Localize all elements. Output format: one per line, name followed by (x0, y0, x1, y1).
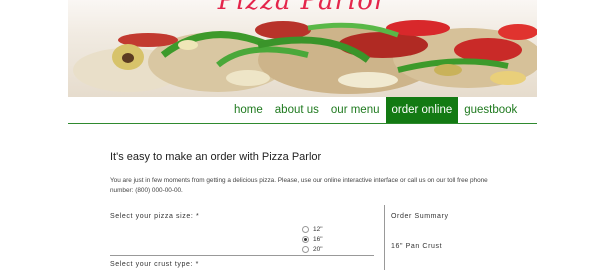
hero-banner: Pizza Parlor (68, 0, 537, 97)
main-navigation: home about us our menu order online gues… (68, 97, 537, 124)
nav-item-about-us[interactable]: about us (269, 97, 325, 123)
summary-divider (384, 205, 385, 270)
size-option-16[interactable]: 16" (302, 234, 323, 244)
size-16-radio[interactable] (302, 235, 309, 243)
intro-text: You are just in few moments from getting… (110, 177, 488, 194)
order-summary-title: Order Summary (391, 213, 449, 220)
page-title: It's easy to make an order with Pizza Pa… (110, 151, 322, 163)
nav-item-home[interactable]: home (228, 97, 269, 123)
crust-type-label: Select your crust type: * (110, 261, 199, 268)
nav-item-guestbook[interactable]: guestbook (458, 97, 523, 123)
size-option-20[interactable]: 20" (302, 244, 323, 254)
size-option-12[interactable]: 12" (302, 224, 323, 234)
size-12-label: 12" (313, 225, 323, 233)
pizza-size-label: Select your pizza size: * (110, 213, 200, 220)
pizza-size-options: 12" 16" 20" (302, 224, 323, 254)
form-divider (110, 255, 374, 256)
brand-title: Pizza Parlor (217, 0, 388, 16)
size-16-label: 16" (313, 235, 323, 243)
nav-item-our-menu[interactable]: our menu (325, 97, 386, 123)
size-20-radio[interactable] (302, 245, 309, 253)
size-20-label: 20" (313, 245, 323, 253)
order-summary-item: 16" Pan Crust (391, 243, 443, 250)
nav-item-order-online[interactable]: order online (385, 97, 459, 123)
size-12-radio[interactable] (302, 225, 309, 233)
